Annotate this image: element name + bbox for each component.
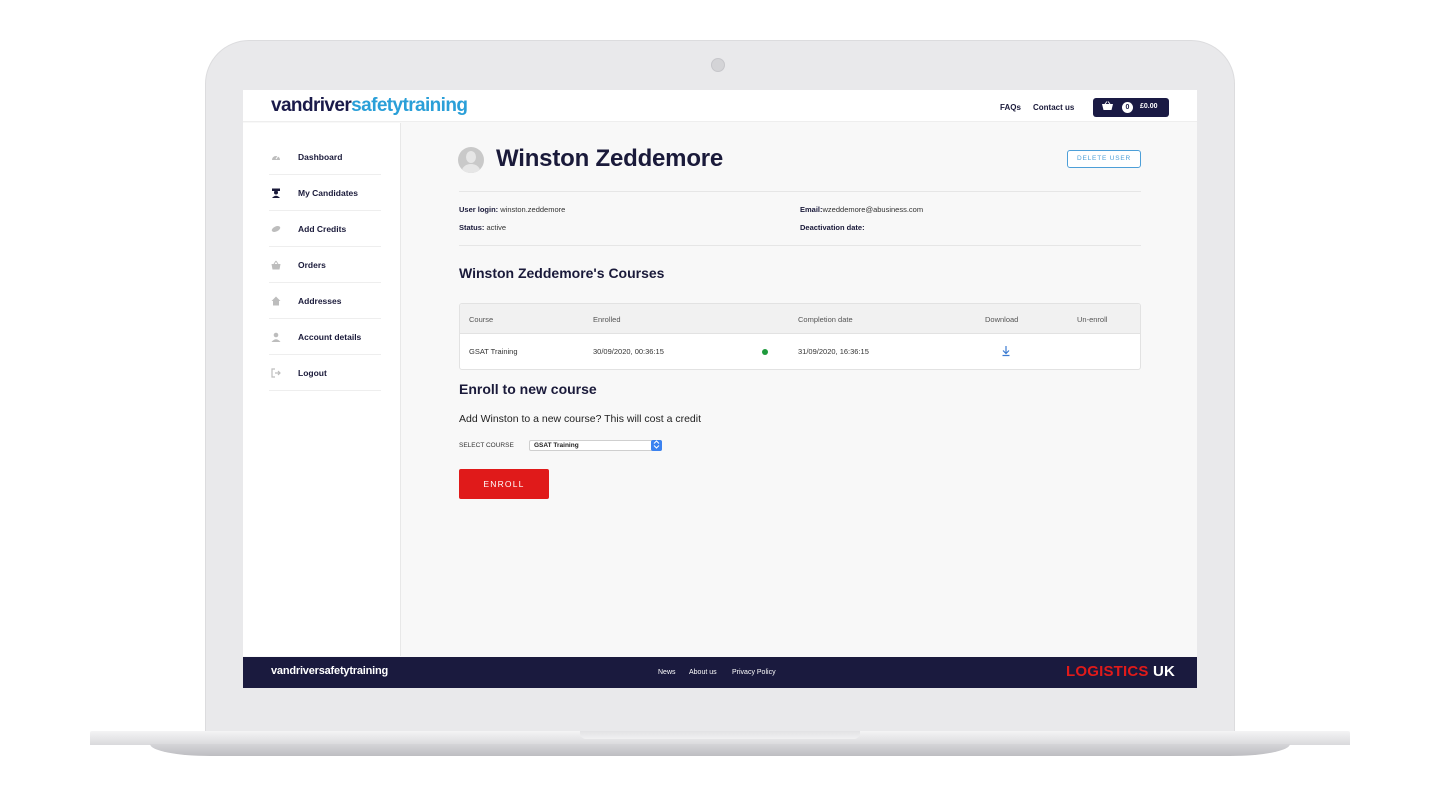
sidebar-item-add-credits[interactable]: Add Credits: [269, 211, 381, 247]
laptop-base-bottom: [150, 744, 1290, 756]
delete-user-button[interactable]: DELETE USER: [1067, 150, 1141, 168]
sidebar-item-logout[interactable]: Logout: [269, 355, 381, 391]
dashboard-icon: [271, 152, 281, 162]
screen: vandriversafetytraining FAQs Contact us …: [243, 90, 1197, 688]
table-header: Course Enrolled Completion date Download…: [460, 304, 1140, 334]
deactivation-field: Deactivation date:: [800, 223, 865, 232]
laptop-notch: [580, 731, 860, 739]
main-content: Winston Zeddemore DELETE USER User login…: [402, 123, 1197, 656]
sidebar-item-addresses[interactable]: Addresses: [269, 283, 381, 319]
site-header: vandriversafetytraining FAQs Contact us …: [243, 90, 1197, 122]
divider: [459, 245, 1141, 246]
completion-cell: 31/09/2020, 16:36:15: [798, 347, 869, 356]
divider: [459, 191, 1141, 192]
home-icon: [271, 296, 281, 306]
email-field: Email:wzeddemore@abusiness.com: [800, 205, 924, 214]
column-header-completion: Completion date: [798, 315, 853, 324]
basket-icon: [271, 260, 281, 270]
status-field: Status: active: [459, 223, 507, 232]
site-logo[interactable]: vandriversafetytraining: [271, 95, 468, 117]
footer-link-about[interactable]: About us: [689, 669, 717, 676]
camera-icon: [711, 58, 725, 72]
sidebar-item-orders[interactable]: Orders: [269, 247, 381, 283]
footer-logo[interactable]: vandriversafetytraining: [271, 665, 388, 677]
cart-count-badge: 0: [1122, 102, 1133, 113]
column-header-download: Download: [985, 315, 1019, 324]
status-indicator: [762, 349, 768, 355]
enroll-heading: Enroll to new course: [459, 381, 597, 397]
enroll-button[interactable]: ENROLL: [459, 469, 549, 499]
footer-link-privacy[interactable]: Privacy Policy: [732, 669, 776, 676]
candidates-icon: [271, 188, 281, 198]
basket-icon: [1101, 101, 1114, 115]
cart-button[interactable]: 0 £0.00: [1093, 98, 1169, 117]
logout-icon: [271, 368, 281, 378]
column-header-enrolled: Enrolled: [593, 315, 621, 324]
column-header-unenroll: Un-enroll: [1077, 315, 1108, 324]
enrolled-cell: 30/09/2020, 00:36:15: [593, 347, 664, 356]
cart-total: £0.00: [1140, 103, 1158, 110]
select-course-label: SELECT COURSE: [459, 442, 514, 449]
footer-brand-logo[interactable]: LOGISTICS UK: [1066, 663, 1175, 680]
course-select-value: GSAT Training: [534, 442, 579, 449]
column-header-course: Course: [469, 315, 494, 324]
contact-link[interactable]: Contact us: [1033, 103, 1074, 112]
page-title: Winston Zeddemore: [496, 145, 724, 172]
sidebar-item-dashboard[interactable]: Dashboard: [269, 139, 381, 175]
avatar: [458, 147, 484, 173]
footer-link-news[interactable]: News: [658, 669, 676, 676]
sidebar-item-account-details[interactable]: Account details: [269, 319, 381, 355]
site-footer: vandriversafetytraining News About us Pr…: [243, 657, 1197, 688]
course-select[interactable]: GSAT Training: [529, 440, 662, 451]
user-login-field: User login: winston.zeddemore: [459, 205, 566, 214]
enroll-description: Add Winston to a new course? This will c…: [459, 413, 701, 425]
faqs-link[interactable]: FAQs: [1000, 103, 1021, 112]
course-cell: GSAT Training: [469, 347, 518, 356]
select-arrows-icon: [651, 440, 662, 451]
courses-table: Course Enrolled Completion date Download…: [459, 303, 1141, 370]
user-icon: [271, 332, 281, 342]
sidebar-item-my-candidates[interactable]: My Candidates: [269, 175, 381, 211]
sidebar: Dashboard My Candidates Add Credits Orde…: [243, 123, 401, 656]
courses-heading: Winston Zeddemore's Courses: [459, 265, 665, 281]
credits-icon: [271, 224, 281, 234]
download-icon[interactable]: [1001, 345, 1011, 357]
